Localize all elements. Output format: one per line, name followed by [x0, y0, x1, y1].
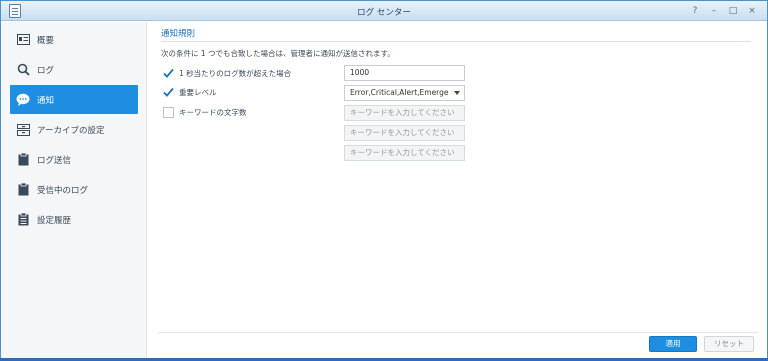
clipboard-icon: [16, 183, 30, 197]
sidebar-item-receiving-log[interactable]: 受信中のログ: [10, 175, 138, 204]
sidebar-item-label: ログ: [37, 65, 55, 76]
rule-keyword[interactable]: キーワードの文字数: [163, 107, 247, 118]
rule-label: 重要レベル: [179, 88, 217, 97]
chat-bubble-icon: [16, 93, 30, 107]
clipboard-list-icon: [16, 213, 30, 227]
sidebar-item-log-sending[interactable]: ログ送信: [10, 145, 138, 174]
sidebar-item-label: 概要: [37, 35, 55, 46]
archive-icon: [16, 123, 30, 137]
window-controls: ? – □ ×: [688, 4, 759, 18]
maximize-icon[interactable]: □: [726, 4, 740, 18]
checkbox-keyword[interactable]: [163, 107, 174, 118]
clipboard-icon: [16, 153, 30, 167]
sidebar: 概要 ログ 通知 アーカイブの設定 ログ送信 受信中のログ 設定履歴: [1, 22, 147, 360]
overview-card-icon: [16, 33, 30, 47]
checkbox-logs-per-second[interactable]: [163, 68, 174, 79]
rule-severity-level[interactable]: 重要レベル: [163, 87, 217, 98]
sidebar-item-label: アーカイブの設定: [37, 125, 105, 136]
section-title: 通知規則: [161, 29, 196, 39]
keyword-input-1[interactable]: キーワードを入力してください: [344, 105, 465, 121]
rule-label: キーワードの文字数: [179, 108, 247, 117]
window-title: ログ センター: [357, 8, 411, 18]
close-icon[interactable]: ×: [745, 4, 759, 18]
rule-logs-per-second[interactable]: 1 秒当たりのログ数が超えた場合: [163, 68, 291, 79]
keyword-input-3[interactable]: キーワードを入力してください: [344, 145, 465, 161]
sidebar-item-archive[interactable]: アーカイブの設定: [10, 115, 138, 144]
logs-per-second-input[interactable]: 1000: [344, 65, 465, 81]
sidebar-item-label: ログ送信: [37, 155, 72, 166]
severity-level-select[interactable]: Error,Critical,Alert,Emerge: [344, 85, 465, 101]
select-value: Error,Critical,Alert,Emerge: [350, 88, 449, 97]
chevron-down-icon[interactable]: [454, 91, 460, 95]
sidebar-item-settings-history[interactable]: 設定履歴: [10, 205, 138, 234]
search-icon: [16, 63, 30, 77]
sidebar-item-notification[interactable]: 通知: [10, 85, 138, 114]
section-divider: [161, 41, 751, 42]
minimize-icon[interactable]: –: [707, 4, 721, 18]
sidebar-item-overview[interactable]: 概要: [10, 25, 138, 54]
sidebar-item-label: 設定履歴: [37, 215, 72, 226]
title-bar[interactable]: ログ センター ? – □ ×: [1, 1, 767, 21]
help-icon[interactable]: ?: [688, 4, 702, 18]
apply-button[interactable]: 適用: [649, 336, 697, 352]
description-text: 次の条件に 1 つでも合致した場合は、管理者に通知が送信されます。: [161, 49, 395, 58]
sidebar-item-log[interactable]: ログ: [10, 55, 138, 84]
keyword-input-2[interactable]: キーワードを入力してください: [344, 125, 465, 141]
reset-button[interactable]: リセット: [704, 336, 754, 352]
log-center-window: ログ センター ? – □ × 概要 ログ 通知 アーカイブの設定 ログ送信 受…: [0, 0, 768, 361]
rule-label: 1 秒当たりのログ数が超えた場合: [179, 69, 292, 78]
main-panel: 通知規則 次の条件に 1 つでも合致した場合は、管理者に通知が送信されます。 1…: [148, 22, 767, 360]
checkbox-severity-level[interactable]: [163, 87, 174, 98]
footer-divider: [158, 332, 758, 333]
sidebar-item-label: 受信中のログ: [37, 185, 89, 196]
sidebar-item-label: 通知: [37, 95, 55, 106]
